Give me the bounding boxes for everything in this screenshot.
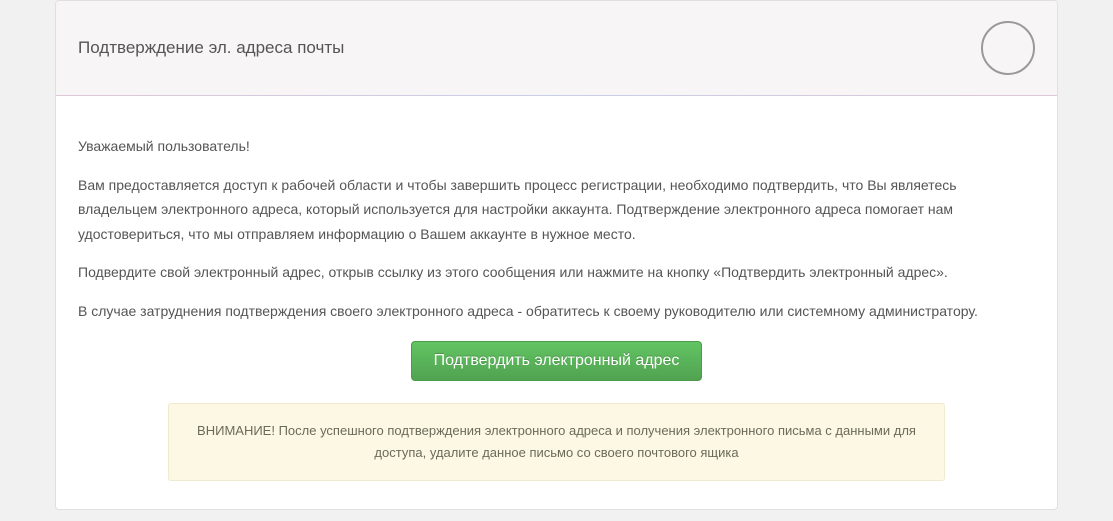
button-row: Подтвердить электронный адрес: [78, 341, 1035, 381]
card-body: Уважаемый пользователь! Вам предоставляе…: [56, 96, 1057, 509]
header-title: Подтверждение эл. адреса почты: [78, 38, 344, 58]
greeting-text: Уважаемый пользователь!: [78, 134, 1035, 159]
avatar-placeholder-icon: [981, 21, 1035, 75]
warning-notice: ВНИМАНИЕ! После успешного подтверждения …: [168, 403, 945, 481]
email-confirmation-card: Подтверждение эл. адреса почты Уважаемый…: [55, 0, 1058, 510]
info-paragraph-1: Вам предоставляется доступ к рабочей обл…: [78, 173, 1035, 247]
warning-prefix: ВНИМАНИЕ!: [197, 423, 275, 438]
info-paragraph-2: Подвердите свой электронный адрес, откры…: [78, 260, 1035, 285]
warning-text: После успешного подтверждения электронно…: [275, 423, 916, 460]
info-paragraph-3: В случае затруднения подтверждения своег…: [78, 299, 1035, 324]
card-header: Подтверждение эл. адреса почты: [56, 1, 1057, 96]
confirm-email-button[interactable]: Подтвердить электронный адрес: [411, 341, 703, 381]
